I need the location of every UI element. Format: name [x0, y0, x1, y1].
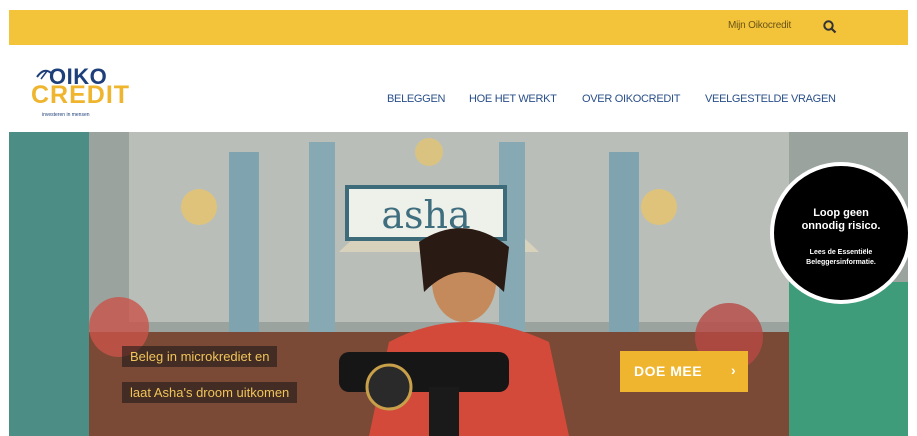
risk-warning-body-line-2: Beleggersinformatie.	[806, 259, 876, 266]
chevron-right-icon: ›	[731, 362, 736, 378]
search-icon[interactable]	[822, 19, 838, 35]
nav-item-beleggen[interactable]: BELEGGEN	[387, 93, 445, 105]
logo-text-credit: CREDIT	[31, 81, 131, 109]
nav-item-veelgestelde-vragen[interactable]: VEELGESTELDE VRAGEN	[705, 93, 836, 105]
page: Mijn Oikocredit OIKO CREDIT investeren i…	[9, 10, 908, 436]
doe-mee-label: DOE MEE	[634, 363, 703, 379]
risk-warning-title: Loop geen onnodig risico.	[774, 207, 908, 233]
hero-caption-line-2: laat Asha's droom uitkomen	[122, 382, 298, 403]
nav-item-hoe-het-werkt[interactable]: HOE HET WERKT	[469, 93, 557, 105]
logo-tagline: investeren in mensen	[42, 112, 90, 118]
hero-caption-line-1: Beleg in microkrediet en	[122, 346, 278, 367]
nav-item-over-oikocredit[interactable]: OVER OIKOCREDIT	[582, 93, 680, 105]
risk-warning-body: Lees de Essentiële Beleggersinformatie.	[774, 248, 908, 268]
doe-mee-button[interactable]: DOE MEE ›	[620, 351, 748, 392]
utility-bar: Mijn Oikocredit	[9, 10, 908, 45]
risk-warning-title-line-2: onnodig risico.	[801, 220, 881, 232]
my-account-link[interactable]: Mijn Oikocredit	[728, 20, 791, 31]
risk-warning-title-line-1: Loop geen	[813, 207, 869, 219]
hero-banner: asha Beleg in microkrediet en laat Asha'…	[9, 132, 908, 436]
risk-warning-badge[interactable]: Loop geen onnodig risico. Lees de Essent…	[770, 162, 908, 304]
risk-warning-body-line-1: Lees de Essentiële	[809, 249, 873, 256]
site-header: OIKO CREDIT investeren in mensen BELEGGE…	[9, 45, 908, 132]
oikocredit-logo[interactable]: OIKO CREDIT investeren in mensen	[21, 62, 131, 122]
